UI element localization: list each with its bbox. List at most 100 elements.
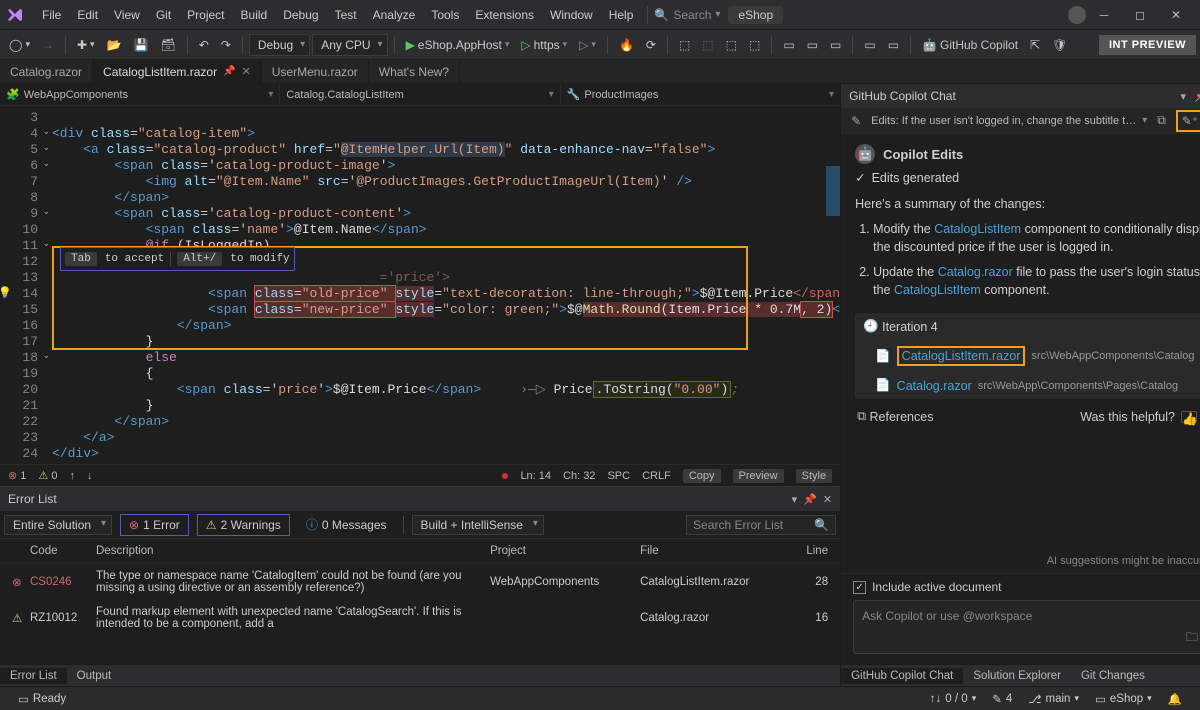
iteration-file-2[interactable]: 📄 Catalog.razor src\WebApp\Components\Pa… (855, 372, 1200, 399)
warning-count[interactable]: ⚠ 0 (38, 469, 57, 482)
references-row[interactable]: ⧉ References Was this helpful? 👍 👎 (855, 399, 1200, 434)
code-line[interactable]: } (52, 334, 840, 350)
filter-warnings[interactable]: ⚠2 Warnings (197, 514, 290, 536)
step-btn-3[interactable]: ⬚ (721, 35, 742, 55)
code-line[interactable] (52, 110, 840, 126)
col-desc[interactable]: Description (90, 543, 484, 559)
edit-icon[interactable]: ✎ (847, 112, 865, 130)
tab-whatsnew[interactable]: What's New? (369, 60, 460, 83)
code-area[interactable]: <div class="catalog-item"> <a class="cat… (52, 106, 840, 464)
share-button[interactable]: ⇱ (1025, 35, 1045, 55)
menu-edit[interactable]: Edit (69, 4, 106, 26)
notifications-button[interactable]: 🔔 (1160, 692, 1190, 706)
iteration-header[interactable]: 🕘 Iteration 4 ⧉ (855, 313, 1200, 340)
pill-copy[interactable]: Copy (683, 469, 721, 483)
link-cataloglistitem2[interactable]: CatalogListItem (894, 283, 981, 297)
status-branch[interactable]: ⎇ main ▾ (1020, 692, 1087, 706)
error-row[interactable]: ⊗CS0246The type or namespace name 'Catal… (0, 564, 840, 600)
code-line[interactable]: <span class='catalog-product-image'> (52, 158, 840, 174)
menu-window[interactable]: Window (542, 4, 601, 26)
menu-build[interactable]: Build (233, 4, 276, 26)
panel-pin-button[interactable]: 📌 (1192, 88, 1200, 105)
menu-debug[interactable]: Debug (275, 4, 326, 26)
col-file[interactable]: File (634, 543, 784, 559)
build-scope-combo[interactable]: Build + IntelliSense (412, 515, 544, 535)
inline-suggestion-popup[interactable]: Tab to accept Alt+/ to modify (60, 247, 295, 271)
cursor-char[interactable]: Ch: 32 (563, 470, 595, 482)
menu-help[interactable]: Help (601, 4, 642, 26)
panel-close-button[interactable]: ✕ (823, 493, 832, 506)
nav-up[interactable]: ↑ (69, 470, 75, 482)
hot-reload-button[interactable]: 🔥 (614, 35, 639, 55)
code-line[interactable]: <span class='catalog-product-content'> (52, 206, 840, 222)
code-line[interactable]: { (52, 366, 840, 382)
start-2-button[interactable]: ▷▾ (574, 35, 601, 55)
code-line[interactable] (52, 462, 840, 464)
admin-button[interactable]: 🛡 (1047, 35, 1072, 55)
menu-analyze[interactable]: Analyze (365, 4, 424, 26)
code-line[interactable]: <img alt="@Item.Name" src='@ProductImage… (52, 174, 840, 190)
breadcrumb-type[interactable]: Catalog.CatalogListItem (280, 89, 559, 101)
redo-button[interactable]: ↷ (216, 35, 236, 55)
menu-project[interactable]: Project (179, 4, 232, 26)
code-line[interactable]: </span> (52, 190, 840, 206)
tab-error-list[interactable]: Error List (0, 668, 67, 684)
menu-git[interactable]: Git (148, 4, 179, 26)
new-thread-button[interactable]: ⧉ (1153, 111, 1170, 130)
tab-git-changes[interactable]: Git Changes (1071, 668, 1155, 684)
step-btn-4[interactable]: ⬚ (744, 35, 765, 55)
code-line[interactable]: <div class="catalog-item"> (52, 126, 840, 142)
copilot-edits-button[interactable]: ✎⁺ (1176, 110, 1200, 132)
start-debug-button[interactable]: ▶ eShop.AppHost ▾ (401, 35, 515, 55)
save-button[interactable]: 💾 (129, 35, 154, 55)
code-line[interactable]: <span class='name'>@Item.Name</span> (52, 222, 840, 238)
window-close-button[interactable]: ✕ (1158, 5, 1194, 25)
status-repo[interactable]: ▭ eShop ▾ (1087, 692, 1160, 706)
link-cataloglistitem[interactable]: CatalogListItem (934, 222, 1021, 236)
back-button[interactable]: ◯ ▾ (4, 35, 35, 55)
include-active-doc-checkbox[interactable]: ✓ Include active document (853, 580, 1200, 594)
toolbox-btn-3[interactable]: ▭ (825, 35, 846, 55)
tab-cataloglistitem[interactable]: CatalogListItem.razor 📌 ✕ (93, 60, 262, 83)
forward-button[interactable]: → (37, 35, 59, 55)
new-item-button[interactable]: ✚ ▾ (72, 35, 100, 55)
toolbox-btn-5[interactable]: ▭ (883, 35, 904, 55)
window-minimize-button[interactable]: ─ (1086, 5, 1122, 25)
user-avatar[interactable] (1068, 6, 1086, 24)
error-count[interactable]: ⊗ 1 (8, 469, 26, 482)
open-button[interactable]: 📂 (102, 35, 127, 55)
menu-extensions[interactable]: Extensions (467, 4, 542, 26)
pill-style[interactable]: Style (796, 469, 832, 483)
tab-solution-explorer[interactable]: Solution Explorer (963, 668, 1071, 684)
filter-errors[interactable]: ⊗1 Error (120, 514, 189, 536)
attach-icon[interactable]: 🗀 (1186, 628, 1198, 649)
global-search[interactable]: 🔍 Search ▾ (654, 8, 720, 22)
code-line[interactable]: </span> (52, 414, 840, 430)
menu-test[interactable]: Test (327, 4, 365, 26)
scroll-thumb[interactable] (826, 166, 840, 216)
status-changes[interactable]: ✎ 4 (984, 692, 1020, 706)
code-line[interactable]: </div> (52, 446, 840, 462)
config-combo[interactable]: Debug (249, 34, 310, 56)
close-icon[interactable]: ✕ (242, 65, 251, 78)
status-nav[interactable]: ↑↓ 0 / 0 ▾ (922, 693, 984, 705)
refresh-button[interactable]: ⟳ (641, 35, 661, 55)
tab-copilot-chat[interactable]: GitHub Copilot Chat (841, 668, 963, 684)
code-line[interactable]: <span class="new-price" style="color: gr… (52, 302, 840, 318)
copilot-button[interactable]: 🤖 GitHub Copilot (917, 35, 1023, 55)
panel-menu-button[interactable]: ▾ (792, 493, 798, 506)
window-restore-button[interactable]: ◻ (1122, 5, 1158, 25)
col-code[interactable]: Code (24, 543, 90, 559)
iteration-file-1[interactable]: 📄 CatalogListItem.razor src\WebAppCompon… (855, 340, 1200, 372)
cursor-line[interactable]: Ln: 14 (520, 470, 551, 482)
col-project[interactable]: Project (484, 543, 634, 559)
save-all-button[interactable]: 🗃 (155, 35, 180, 55)
menu-tools[interactable]: Tools (423, 4, 467, 26)
error-row[interactable]: ⚠RZ10012Found markup element with unexpe… (0, 600, 840, 636)
pin-icon[interactable]: 📌 (223, 66, 235, 77)
tab-usermenu[interactable]: UserMenu.razor (262, 60, 369, 83)
start-nodebug-button[interactable]: ▷ https ▾ (516, 35, 572, 55)
tab-catalog-razor[interactable]: Catalog.razor (0, 60, 93, 83)
toolbox-btn-4[interactable]: ▭ (859, 35, 880, 55)
code-line[interactable]: <a class="catalog-product" href="@ItemHe… (52, 142, 840, 158)
